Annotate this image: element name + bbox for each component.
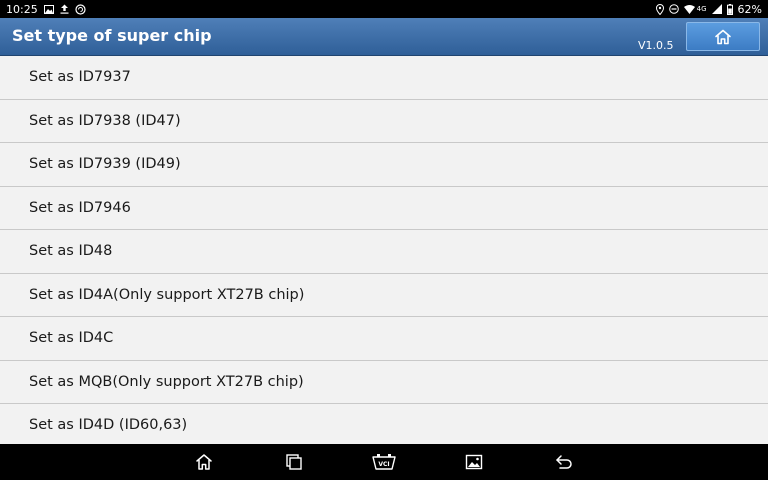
list-item-label: Set as ID4A(Only support XT27B chip) xyxy=(29,286,305,303)
vci-connector-icon: VCI xyxy=(372,454,396,470)
nav-home-button[interactable] xyxy=(192,450,216,474)
home-icon xyxy=(196,454,212,470)
nav-recents-button[interactable] xyxy=(282,450,306,474)
signal-icon xyxy=(711,4,722,14)
location-icon xyxy=(655,3,664,15)
wifi-icon xyxy=(683,4,695,14)
upload-icon xyxy=(60,4,69,14)
list-item-label: Set as ID4D (ID60,63) xyxy=(29,417,188,434)
do-not-disturb-icon xyxy=(668,4,679,14)
list-item-label: Set as ID7939 (ID49) xyxy=(29,156,181,173)
screen: 10:25 4G 62% Set type of super chip V1.0… xyxy=(0,0,768,480)
chip-type-list: Set as ID7937 Set as ID7938 (ID47) Set a… xyxy=(0,56,768,444)
list-item-label: Set as ID7938 (ID47) xyxy=(29,112,181,129)
list-item-label: Set as ID48 xyxy=(29,243,113,260)
list-item[interactable]: Set as MQB(Only support XT27B chip) xyxy=(0,361,768,404)
list-item-label: Set as ID7946 xyxy=(29,199,131,216)
network-type: 4G xyxy=(696,5,707,13)
page-title: Set type of super chip xyxy=(12,26,212,45)
list-item[interactable]: Set as ID7938 (ID47) xyxy=(0,100,768,143)
navigation-bar: VCI xyxy=(0,444,768,480)
battery-icon xyxy=(726,3,733,15)
status-time: 10:25 xyxy=(6,2,38,16)
list-item-label: Set as ID4C xyxy=(29,330,114,347)
nav-vci-button[interactable]: VCI xyxy=(370,450,398,474)
list-item[interactable]: Set as ID4D (ID60,63) xyxy=(0,404,768,444)
list-item[interactable]: Set as ID7937 xyxy=(0,56,768,100)
home-button[interactable] xyxy=(686,22,760,51)
nav-back-button[interactable] xyxy=(552,450,576,474)
sync-icon xyxy=(75,3,86,15)
version-label: V1.0.5 xyxy=(638,39,674,52)
list-item-label: Set as MQB(Only support XT27B chip) xyxy=(29,373,304,390)
gallery-icon xyxy=(465,454,483,470)
image-notification-icon xyxy=(43,4,54,14)
status-bar: 10:25 4G 62% xyxy=(0,0,768,18)
list-item[interactable]: Set as ID7946 xyxy=(0,187,768,230)
home-icon xyxy=(715,29,731,44)
nav-screenshot-button[interactable] xyxy=(462,450,486,474)
vci-label: VCI xyxy=(378,461,389,468)
back-arrow-icon xyxy=(556,455,572,469)
list-item[interactable]: Set as ID4A(Only support XT27B chip) xyxy=(0,274,768,317)
list-item[interactable]: Set as ID48 xyxy=(0,230,768,274)
title-bar: Set type of super chip V1.0.5 xyxy=(0,18,768,56)
list-item[interactable]: Set as ID4C xyxy=(0,317,768,361)
list-item[interactable]: Set as ID7939 (ID49) xyxy=(0,143,768,187)
recent-apps-icon xyxy=(286,454,302,470)
list-item-label: Set as ID7937 xyxy=(29,69,131,86)
battery-level: 62% xyxy=(737,2,762,16)
